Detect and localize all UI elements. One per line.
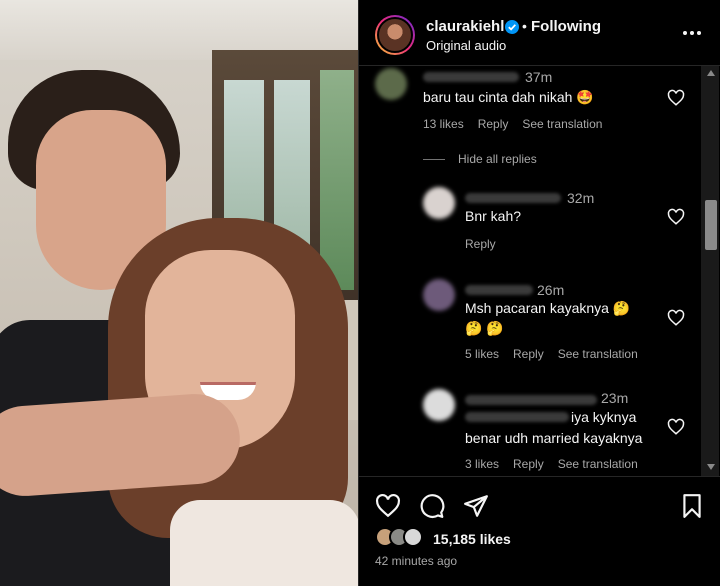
comment-time: 26m xyxy=(537,282,565,298)
comment-meta: 13 likes Reply See translation xyxy=(423,117,616,131)
comment-meta: 5 likes Reply See translation xyxy=(465,347,652,361)
mentioned-username[interactable] xyxy=(465,412,569,422)
separator-dot: • xyxy=(522,18,527,34)
commenter-avatar[interactable] xyxy=(423,187,455,219)
comment-text-continued: benar udh married kayaknya xyxy=(465,430,643,446)
reply-button[interactable]: Reply xyxy=(513,457,544,471)
comments-list[interactable]: 37m baru tau cinta dah nikah 🤩 13 likes R… xyxy=(359,66,720,476)
scrollbar-thumb[interactable] xyxy=(705,200,717,250)
comment-text: iya kyknya xyxy=(571,409,637,425)
following-button[interactable]: Following xyxy=(531,18,601,35)
comment-likes[interactable]: 13 likes xyxy=(423,117,464,131)
comment-text: Bnr kah? xyxy=(465,208,522,224)
comment-like-heart-icon[interactable] xyxy=(667,418,685,436)
like-heart-icon[interactable] xyxy=(375,493,401,519)
avatar-image xyxy=(377,17,413,53)
comments-scrollbar[interactable] xyxy=(701,66,719,476)
hide-replies-line xyxy=(423,159,445,160)
post-header: claurakiehl • Following Original audio xyxy=(359,0,720,66)
comment-meta: Reply xyxy=(465,237,510,251)
see-translation-button[interactable]: See translation xyxy=(522,117,602,131)
comment-meta: 3 likes Reply See translation xyxy=(465,457,652,471)
comment-text: Msh pacaran kayaknya 🤔 xyxy=(465,300,631,316)
post-side-panel: claurakiehl • Following Original audio 3… xyxy=(358,0,720,586)
reply-button[interactable]: Reply xyxy=(513,347,544,361)
username[interactable]: claurakiehl xyxy=(426,18,504,35)
scroll-up-arrow-icon[interactable] xyxy=(707,70,715,76)
reply-button[interactable]: Reply xyxy=(465,237,496,251)
scroll-down-arrow-icon[interactable] xyxy=(707,464,715,470)
commenter-username[interactable] xyxy=(465,395,597,405)
save-bookmark-icon[interactable] xyxy=(679,493,705,519)
comment-time: 32m xyxy=(567,190,595,206)
media-window-pane xyxy=(320,70,354,290)
see-translation-button[interactable]: See translation xyxy=(558,457,638,471)
post-timestamp[interactable]: 42 minutes ago xyxy=(375,554,457,568)
comment-likes[interactable]: 3 likes xyxy=(465,457,499,471)
share-icon[interactable] xyxy=(463,493,489,519)
commenter-username[interactable] xyxy=(465,193,561,203)
commenter-avatar[interactable] xyxy=(375,68,407,100)
reply-button[interactable]: Reply xyxy=(478,117,509,131)
more-options-icon[interactable] xyxy=(681,26,703,40)
commenter-username[interactable] xyxy=(465,285,533,295)
see-translation-button[interactable]: See translation xyxy=(558,347,638,361)
post-media[interactable] xyxy=(0,0,358,586)
commenter-avatar[interactable] xyxy=(423,389,455,421)
comment-time: 23m xyxy=(601,390,629,406)
comment-text: baru tau cinta dah nikah 🤩 xyxy=(423,89,594,105)
liked-by-avatars[interactable] xyxy=(375,527,425,549)
post-actions: 15,185 likes 42 minutes ago xyxy=(359,476,720,586)
verified-badge-icon xyxy=(505,20,519,34)
liker-avatar xyxy=(403,527,423,547)
commenter-avatar[interactable] xyxy=(423,279,455,311)
comment-like-heart-icon[interactable] xyxy=(667,208,685,226)
avatar[interactable] xyxy=(375,15,415,55)
likes-count[interactable]: 15,185 likes xyxy=(433,531,511,547)
media-person-woman-top xyxy=(170,500,358,586)
comment-time: 37m xyxy=(525,69,553,85)
comment-icon[interactable] xyxy=(419,493,445,519)
comment-like-heart-icon[interactable] xyxy=(667,89,685,107)
comment-like-heart-icon[interactable] xyxy=(667,309,685,327)
hide-replies-button[interactable]: Hide all replies xyxy=(458,152,537,166)
comment-likes[interactable]: 5 likes xyxy=(465,347,499,361)
commenter-username[interactable] xyxy=(423,72,519,82)
audio-label[interactable]: Original audio xyxy=(426,38,506,53)
comment-text-continued: 🤔 🤔 xyxy=(465,320,504,336)
